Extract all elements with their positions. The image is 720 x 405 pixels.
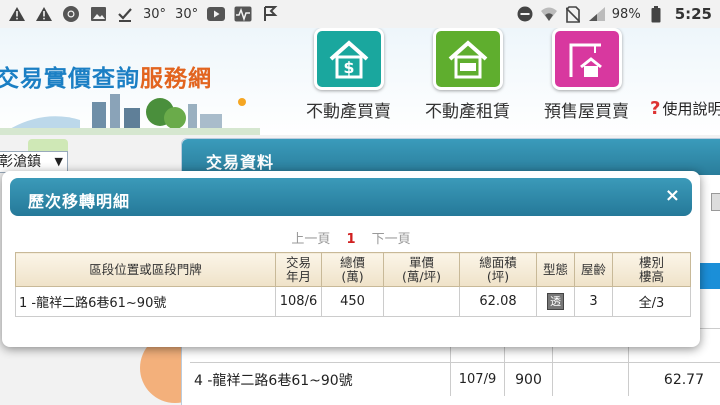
background-highlight-cell (697, 263, 720, 289)
row-area: 62.77 (628, 363, 720, 396)
row-price: 900 (504, 363, 552, 396)
image-icon (89, 5, 107, 23)
flag-check-icon (261, 5, 279, 23)
transaction-panel-header: 交易資料 (182, 139, 720, 175)
district-select[interactable]: 彰滄鎮 ▼ (0, 151, 68, 173)
help-link[interactable]: ? 使用說明 (650, 98, 720, 119)
youtube-icon (207, 5, 226, 23)
column-header[interactable]: 單價 (萬/坪) (383, 252, 460, 287)
activity-icon (234, 5, 252, 23)
table-row[interactable]: 4 -龍祥二路6巷61~90號 107/9 900 62.77 (190, 362, 720, 396)
row-age: 3 (574, 286, 613, 317)
svg-text:$: $ (343, 58, 354, 77)
table-header-row: 區段位置或區段門牌 交易 年月 總價 (萬) 單價 (萬/坪) 總面積 (坪) 型態 屋… (15, 252, 691, 287)
house-dollar-icon: $ (313, 28, 384, 90)
site-title-accent: 服務網 (140, 66, 212, 92)
wifi-icon (540, 5, 558, 23)
next-page-link[interactable]: 下一頁 (372, 232, 411, 247)
row-date: 108/6 (275, 286, 322, 317)
status-bar: 30° 30° 98% 5:25 (0, 0, 720, 28)
column-header[interactable]: 總面積 (坪) (459, 252, 537, 287)
row-date: 107/9 (450, 363, 504, 396)
do-not-disturb-icon (516, 5, 534, 23)
help-icon: ? (650, 98, 661, 119)
signal-icon (588, 5, 606, 23)
transfer-history-dialog: 歷次移轉明細 × 上一頁 1 下一頁 區段位置或區段門牌 交易 年月 總價 (萬) … (2, 171, 700, 347)
nav-label: 預售屋買賣 (544, 102, 629, 122)
temperature-text: 30° (143, 6, 167, 22)
city-skyline-graphic (0, 94, 260, 135)
row-location: 4 -龍祥二路6巷61~90號 (194, 372, 353, 389)
help-label: 使用說明 (662, 100, 720, 118)
warning-icon (8, 5, 26, 23)
site-title-main: 交易實價查詢 (0, 66, 140, 92)
crane-house-icon (551, 28, 622, 90)
nav-label: 不動產租賃 (425, 102, 510, 122)
temperature-text: 30° (175, 6, 199, 22)
prev-page-link[interactable]: 上一頁 (291, 232, 330, 247)
column-header[interactable]: 屋齡 (574, 252, 613, 287)
warning-icon (35, 5, 53, 23)
row-area: 62.08 (459, 286, 537, 317)
nav-real-estate-sale[interactable]: $ 不動產買賣 (306, 28, 391, 122)
transaction-panel-title: 交易資料 (206, 153, 275, 172)
pagination: 上一頁 1 下一頁 (2, 228, 700, 247)
row-type: 透 (536, 286, 575, 317)
column-header[interactable]: 交易 年月 (275, 252, 322, 287)
current-page: 1 (346, 232, 356, 247)
transfer-history-table: 區段位置或區段門牌 交易 年月 總價 (萬) 單價 (萬/坪) 總面積 (坪) 型態 屋… (15, 252, 691, 317)
dialog-title: 歷次移轉明細 (28, 192, 131, 211)
row-floor: 全/3 (612, 286, 691, 317)
row-total-price: 450 (321, 286, 384, 317)
row-location: 1 -龍祥二路6巷61~90號 (15, 286, 276, 317)
townhouse-type-icon: 透 (547, 293, 564, 310)
chrome-icon (62, 5, 80, 23)
column-header[interactable]: 樓別 樓高 (612, 252, 691, 287)
site-title[interactable]: 交易實價查詢服務網 (0, 59, 212, 93)
background-tab (28, 139, 68, 151)
nav-real-estate-rental[interactable]: 不動產租賃 (425, 28, 510, 122)
battery-percent: 98% (611, 6, 641, 22)
row-unit-price (383, 286, 460, 317)
column-header[interactable]: 總價 (萬) (321, 252, 384, 287)
clock: 5:25 (674, 5, 712, 23)
column-header[interactable]: 區段位置或區段門牌 (15, 252, 276, 287)
close-icon[interactable]: × (665, 185, 680, 206)
house-for-rent-icon (432, 28, 503, 90)
nav-presale-house[interactable]: 預售屋買賣 (544, 28, 629, 122)
chevron-down-icon: ▼ (54, 155, 63, 168)
table-row[interactable]: 1 -龍祥二路6巷61~90號 108/6 450 62.08 透 3 全/3 (15, 286, 691, 317)
dialog-header: 歷次移轉明細 × (10, 178, 692, 216)
background-control[interactable] (711, 193, 720, 211)
battery-icon (647, 5, 665, 23)
nav-label: 不動產買賣 (306, 102, 391, 122)
column-header[interactable]: 型態 (536, 252, 575, 287)
download-done-icon (116, 5, 134, 23)
site-header: 交易實價查詢服務網 $ 不動產買賣 不動產租賃 預售屋買賣 ? 使用說明 (0, 28, 720, 135)
no-sim-icon (564, 5, 582, 23)
district-select-value: 彰滄鎮 (0, 154, 41, 170)
